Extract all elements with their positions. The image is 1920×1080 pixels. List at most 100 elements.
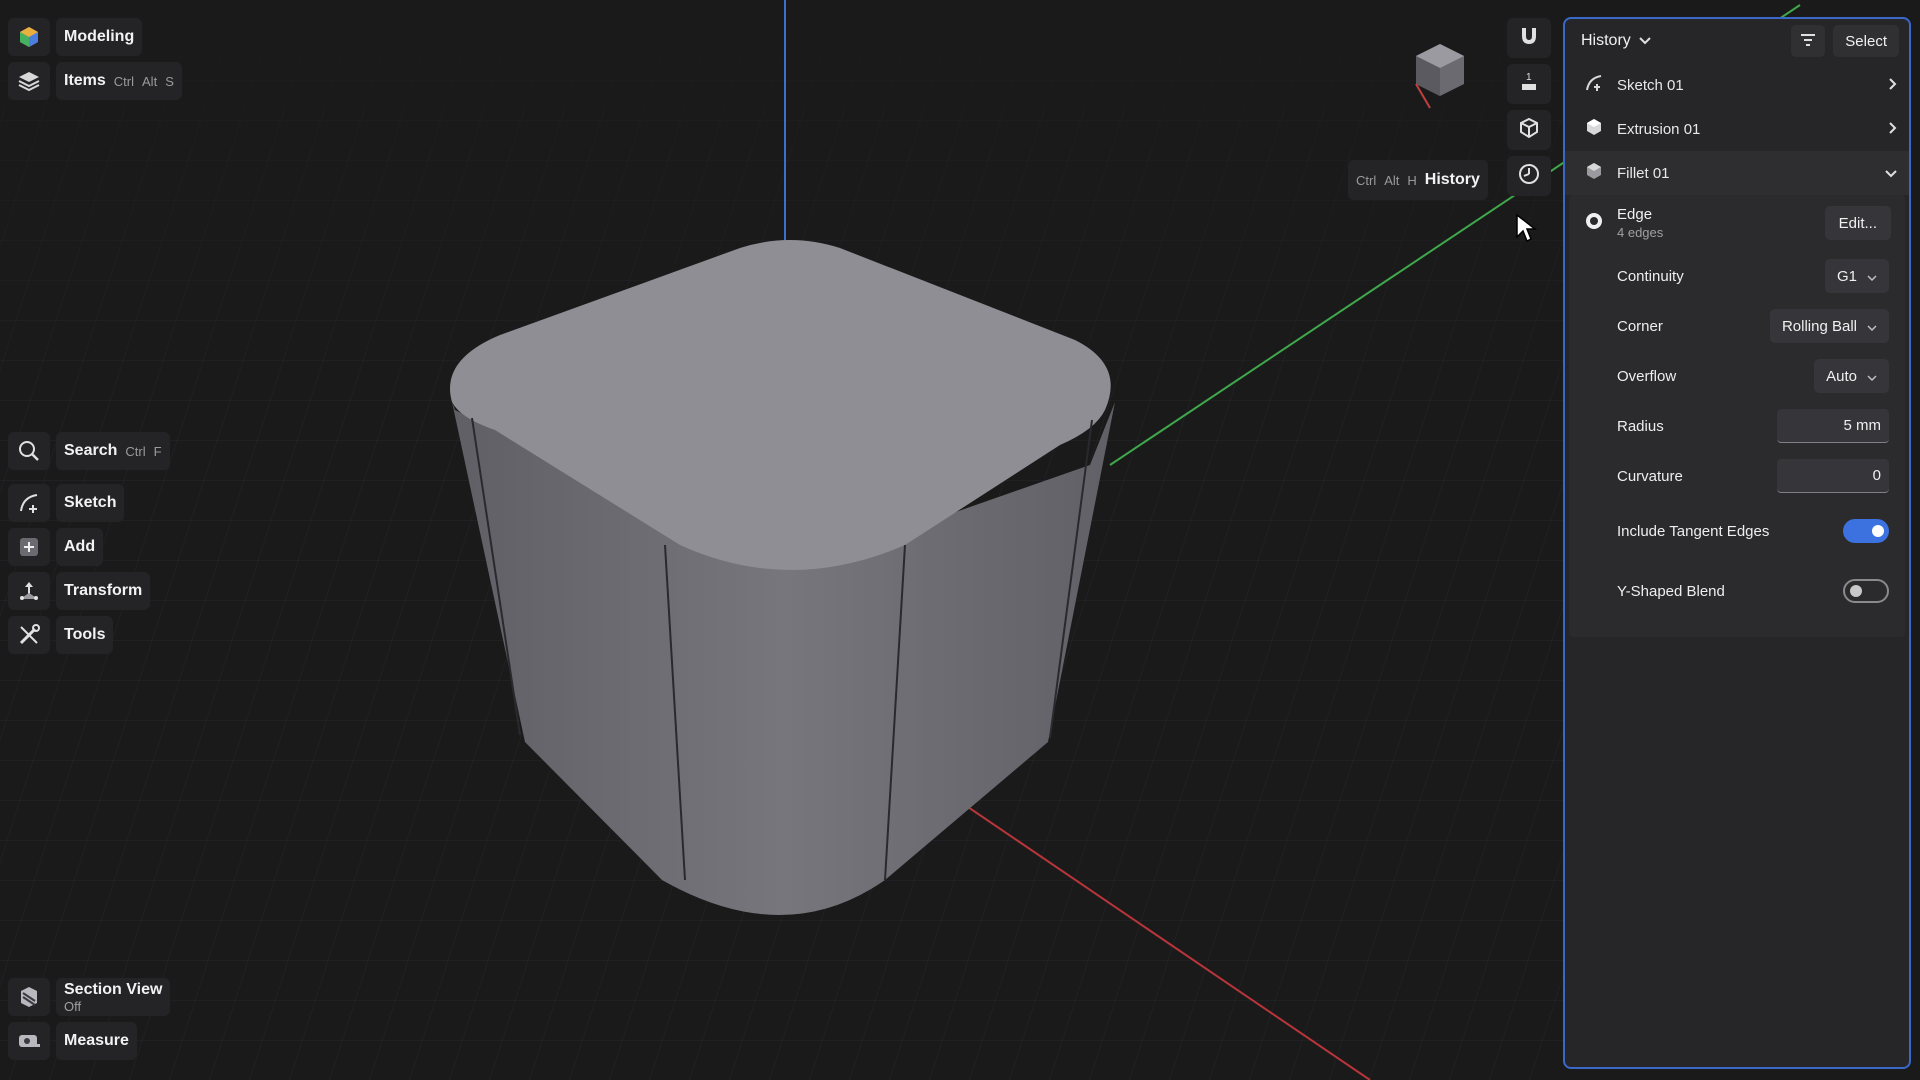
workspace-group: Modeling Items Ctrl Alt S <box>8 18 182 100</box>
curvature-value: 0 <box>1872 467 1881 484</box>
sketch-button[interactable]: Sketch <box>8 484 170 522</box>
corner-select[interactable]: Rolling Ball <box>1769 309 1889 343</box>
magnet-icon <box>1518 24 1540 53</box>
shortcut-key: Ctrl <box>1356 172 1377 188</box>
y-shaped-toggle[interactable] <box>1843 579 1889 603</box>
corner-label: Corner <box>1617 317 1663 335</box>
y-shaped-row: Y-Shaped Blend <box>1569 561 1905 621</box>
view-cube[interactable] <box>1408 38 1472 114</box>
curvature-input[interactable]: 0 <box>1777 459 1889 493</box>
panel-header: History Select <box>1565 19 1909 63</box>
overflow-select[interactable]: Auto <box>1814 359 1889 393</box>
chevron-down-icon <box>1867 368 1877 385</box>
radius-label: Radius <box>1617 417 1664 435</box>
include-tangent-toggle[interactable] <box>1843 519 1889 543</box>
continuity-select[interactable]: G1 <box>1824 259 1889 293</box>
chevron-down-icon <box>1867 268 1877 285</box>
layers-icon <box>8 62 50 100</box>
history-item-label: Sketch 01 <box>1617 76 1684 94</box>
viewport-toolbar: 1 <box>1507 18 1551 196</box>
history-item-extrusion[interactable]: Extrusion 01 <box>1565 107 1909 151</box>
history-item-sketch[interactable]: Sketch 01 <box>1565 63 1909 107</box>
radius-input[interactable]: 5 mm <box>1777 409 1889 443</box>
shortcut-key: Ctrl <box>113 73 135 89</box>
fillet-properties: Edge 4 edges Edit... Continuity G1 Corne… <box>1569 195 1905 637</box>
snap-button[interactable] <box>1507 18 1551 58</box>
overflow-row: Overflow Auto <box>1569 351 1905 401</box>
shortcut-key: Alt <box>1384 172 1400 188</box>
radius-value: 5 mm <box>1843 417 1882 434</box>
shortcut-key: S <box>165 73 174 89</box>
section-view-button[interactable]: Section View Off <box>8 978 171 1016</box>
svg-text:1: 1 <box>1526 72 1532 83</box>
chevron-right-icon <box>1889 121 1897 138</box>
edge-title: Edge <box>1617 206 1653 223</box>
shortcut-key: H <box>1407 172 1417 188</box>
include-tangent-row: Include Tangent Edges <box>1569 501 1905 561</box>
history-tooltip: Ctrl Alt H History <box>1348 160 1488 200</box>
transform-icon <box>8 572 50 610</box>
corner-value: Rolling Ball <box>1781 317 1857 335</box>
include-tangent-label: Include Tangent Edges <box>1617 522 1770 540</box>
continuity-label: Continuity <box>1617 267 1684 285</box>
items-button[interactable]: Items Ctrl Alt S <box>8 62 182 100</box>
search-label: Search <box>64 442 118 459</box>
continuity-row: Continuity G1 <box>1569 251 1905 301</box>
section-view-icon <box>8 978 50 1016</box>
units-button[interactable]: 1 <box>1507 64 1551 104</box>
extrusion-icon <box>1585 118 1603 140</box>
edit-label: Edit... <box>1838 214 1877 232</box>
history-clock-icon <box>1517 162 1541 191</box>
add-icon <box>8 528 50 566</box>
history-panel: History Select Sketch 01 Extrusion 01 Fi… <box>1563 17 1911 1069</box>
shortcut-key: Alt <box>142 73 158 89</box>
ruler-icon: 1 <box>1518 70 1540 99</box>
overflow-label: Overflow <box>1617 367 1677 385</box>
tools-icon <box>8 616 50 654</box>
measure-icon <box>8 1022 50 1060</box>
curvature-label: Curvature <box>1617 467 1683 485</box>
edge-selection-row: Edge 4 edges Edit... <box>1569 195 1905 251</box>
fillet-icon <box>1585 162 1603 184</box>
overflow-value: Auto <box>1826 367 1857 385</box>
radio-selected-icon[interactable] <box>1585 212 1603 235</box>
workspace-modeling[interactable]: Modeling <box>8 18 182 56</box>
items-label: Items <box>64 72 106 89</box>
transform-label: Transform <box>64 582 143 599</box>
sketch-label: Sketch <box>64 494 117 511</box>
curvature-row: Curvature 0 <box>1569 451 1905 501</box>
select-button[interactable]: Select <box>1833 25 1899 57</box>
section-view-label: Section View <box>64 980 163 998</box>
transform-button[interactable]: Transform <box>8 572 170 610</box>
history-item-fillet[interactable]: Fillet 01 <box>1565 151 1909 195</box>
edge-count: 4 edges <box>1617 225 1664 240</box>
panel-title: History <box>1581 32 1631 49</box>
tool-group: Search Ctrl F Sketch Add Transform Tools <box>8 432 170 654</box>
measure-button[interactable]: Measure <box>8 1022 170 1060</box>
tools-label: Tools <box>64 626 106 643</box>
continuity-value: G1 <box>1836 267 1857 285</box>
tools-button[interactable]: Tools <box>8 616 170 654</box>
filter-button[interactable] <box>1791 25 1826 57</box>
tooltip-label: History <box>1424 171 1480 188</box>
shortcut-key: Ctrl <box>125 443 146 459</box>
shortcut-key: F <box>153 443 162 459</box>
bottom-tool-group: Section View Off Measure <box>8 978 171 1060</box>
mouse-cursor <box>1516 213 1537 243</box>
filter-icon <box>1800 33 1816 50</box>
search-button[interactable]: Search Ctrl F <box>8 432 170 470</box>
view-box-icon <box>1518 117 1540 144</box>
add-button[interactable]: Add <box>8 528 170 566</box>
chevron-right-icon <box>1889 77 1897 94</box>
sketch-icon <box>1585 74 1603 96</box>
edit-edges-button[interactable]: Edit... <box>1824 206 1891 240</box>
history-item-label: Fillet 01 <box>1617 164 1670 182</box>
view-mode-button[interactable] <box>1507 110 1551 150</box>
history-dropdown[interactable]: History <box>1581 32 1651 50</box>
measure-label: Measure <box>64 1032 129 1049</box>
corner-row: Corner Rolling Ball <box>1569 301 1905 351</box>
add-label: Add <box>64 538 96 555</box>
workspace-label: Modeling <box>64 28 135 45</box>
y-shaped-label: Y-Shaped Blend <box>1617 582 1725 600</box>
history-toggle-button[interactable] <box>1507 156 1551 196</box>
